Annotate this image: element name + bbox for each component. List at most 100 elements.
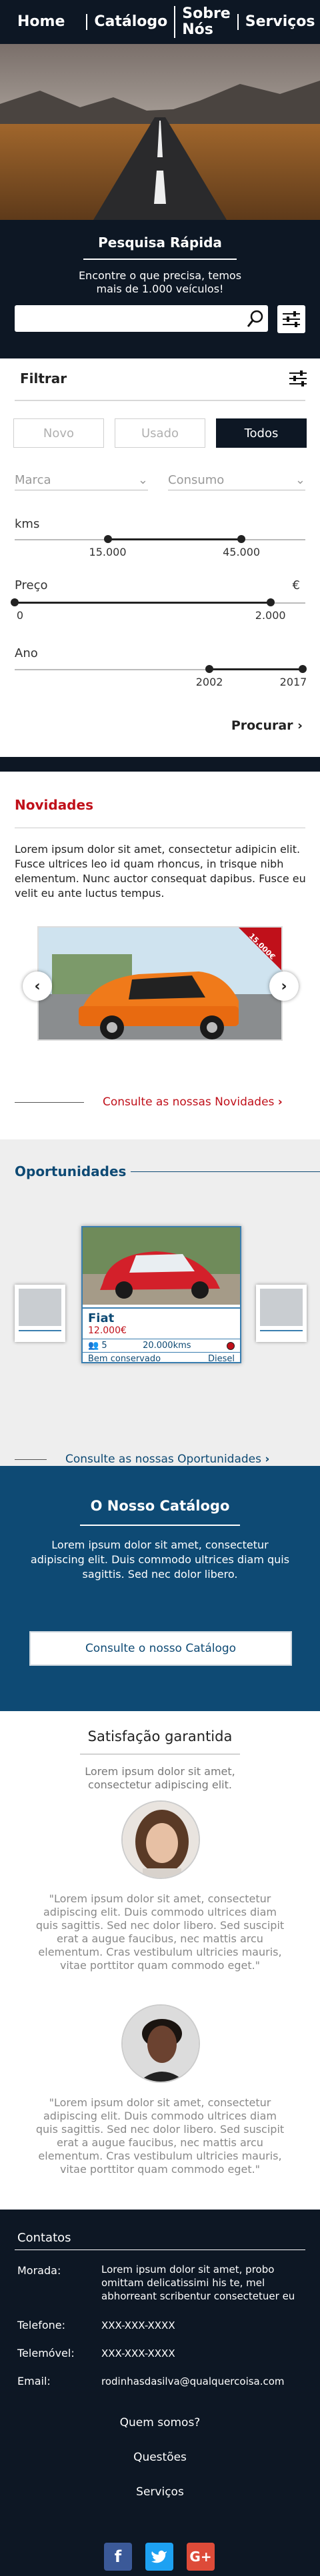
avatar	[121, 2004, 200, 2083]
facebook-icon[interactable]: f	[104, 2543, 132, 2571]
chevron-right-icon: ›	[277, 1095, 283, 1109]
sliders-icon[interactable]	[277, 305, 305, 333]
divider	[131, 1171, 320, 1172]
morada-value: Lorem ipsum dolor sit amet, probo omitta…	[101, 2263, 295, 2302]
chevron-right-icon: ›	[281, 977, 287, 995]
contacts-title: Contatos	[17, 2231, 71, 2245]
slider-handle-max[interactable]	[298, 665, 307, 673]
oportunidades-link-label: Consulte as nossas Oportunidades	[65, 1453, 261, 1466]
novidades-link[interactable]: Consulte as nossas Novidades ›	[103, 1095, 283, 1109]
chevron-down-icon: ⌄	[137, 473, 148, 487]
segment-novo[interactable]: Novo	[13, 418, 104, 448]
card-seats: 5	[101, 1341, 107, 1351]
catalogo-text: Lorem ipsum dolor sit amet, consectetur …	[30, 1539, 290, 1581]
opportunity-card-prev[interactable]	[15, 1285, 65, 1342]
twitter-icon[interactable]	[145, 2543, 173, 2571]
opportunity-card-next[interactable]	[256, 1285, 307, 1342]
novidades-text: Lorem ipsum dolor sit amet, consectetur …	[15, 843, 306, 900]
car-image	[83, 1227, 240, 1305]
price-range-slider[interactable]: 0 2.000	[11, 598, 305, 625]
filter-title: Filtrar	[20, 370, 67, 386]
card-km: 20.000kms	[143, 1341, 191, 1351]
card-condition: Bem conservado	[88, 1354, 161, 1364]
km-max-value: 45.000	[223, 546, 261, 558]
brand-select-placeholder: Marca	[15, 473, 51, 487]
oportunidades-link-row: Consulte as nossas Oportunidades ›	[15, 1453, 269, 1466]
search-box	[15, 305, 268, 332]
footer-link-quem-somos[interactable]: Quem somos?	[0, 2416, 320, 2429]
novidades-title: Novidades	[15, 797, 93, 813]
satisfacao-section: Satisfação garantida Lorem ipsum dolor s…	[0, 1711, 320, 2210]
chevron-right-icon: ›	[297, 718, 303, 733]
nav-home[interactable]: Home	[17, 14, 71, 30]
footer-link-servicos[interactable]: Serviços	[0, 2485, 320, 2499]
status-dot-icon	[227, 1341, 235, 1350]
slider-handle-min[interactable]	[103, 535, 112, 543]
brand-select[interactable]: Marca ⌄	[15, 470, 148, 490]
satisfacao-title: Satisfação garantida	[87, 1728, 233, 1744]
divider	[80, 1525, 240, 1526]
segment-todos[interactable]: Todos	[216, 418, 307, 448]
price-unit: €	[292, 578, 300, 592]
novidades-link-row: Consulte as nossas Novidades ›	[15, 1095, 283, 1109]
opportunity-card[interactable]: Fiat 12.000€ 👥 5 20.000kms Bem conservad…	[81, 1226, 241, 1364]
km-label: kms	[15, 517, 40, 531]
nav-catalogo[interactable]: Catálogo	[86, 14, 174, 30]
year-max-value: 2017	[279, 676, 307, 688]
morada-label: Morada:	[17, 2264, 61, 2277]
consumption-select[interactable]: Consumo ⌄	[168, 470, 305, 490]
nav-servicos[interactable]: Serviços	[237, 14, 320, 30]
oportunidades-link[interactable]: Consulte as nossas Oportunidades ›	[65, 1453, 269, 1466]
novidades-link-label: Consulte as nossas Novidades	[103, 1095, 275, 1109]
quick-search-section: Pesquisa Rápida Encontre o que precisa, …	[0, 220, 320, 358]
filter-section: Filtrar Novo Usado Todos Marca ⌄ Consumo…	[0, 358, 320, 757]
chevron-right-icon: ›	[265, 1453, 270, 1466]
telemovel-label: Telemóvel:	[17, 2347, 75, 2359]
catalogo-section: O Nosso Catálogo Lorem ipsum dolor sit a…	[0, 1466, 320, 1711]
google-plus-icon[interactable]: G+	[187, 2543, 215, 2571]
carousel-next-button[interactable]: ›	[269, 971, 299, 1001]
slider-handle-max[interactable]	[237, 535, 246, 543]
quick-search-title: Pesquisa Rápida	[98, 235, 222, 251]
divider	[15, 1459, 47, 1460]
year-min-value: 2002	[195, 676, 223, 688]
telemovel-value: XXX-XXX-XXXX	[101, 2347, 175, 2359]
testimonial-quote: "Lorem ipsum dolor sit amet, consectetur…	[35, 1892, 285, 1972]
catalogo-title: O Nosso Catálogo	[90, 1498, 230, 1514]
slider-handle-min[interactable]	[11, 598, 19, 606]
carousel-prev-button[interactable]: ‹	[23, 971, 52, 1001]
search-submit-label: Procurar	[231, 718, 293, 733]
section-divider-band	[0, 757, 320, 772]
avatar	[121, 1800, 200, 1879]
telefone-label: Telefone:	[17, 2319, 65, 2331]
slider-handle-max[interactable]	[266, 598, 275, 606]
seats-info: 👥 5	[88, 1341, 107, 1351]
km-range-slider[interactable]: 15.000 45.000	[15, 535, 305, 562]
segment-usado[interactable]: Usado	[115, 418, 205, 448]
chevron-left-icon: ‹	[34, 977, 41, 995]
price-min-value: 0	[16, 609, 24, 622]
sliders-icon[interactable]	[288, 369, 308, 390]
nav-sobre-nos[interactable]: Sobre Nós	[174, 6, 237, 38]
year-label: Ano	[15, 646, 38, 660]
divider	[15, 1101, 84, 1103]
oportunidades-section: Oportunidades Fiat 12.000€ 👥 5 20.000kms…	[0, 1139, 320, 1466]
search-icon[interactable]	[247, 309, 264, 330]
footer-link-questoes[interactable]: Questões	[0, 2451, 320, 2464]
hero-road-image	[0, 44, 320, 220]
telefone-value: XXX-XXX-XXXX	[101, 2319, 175, 2331]
email-value[interactable]: rodinhasdasilva@qualquercoisa.com	[101, 2375, 308, 2388]
footer: Contatos Morada: Lorem ipsum dolor sit a…	[0, 2210, 320, 2576]
price-label: Preço	[15, 578, 48, 592]
consumption-select-placeholder: Consumo	[168, 473, 225, 487]
catalogo-button[interactable]: Consulte o nosso Catálogo	[29, 1631, 292, 1666]
car-image	[39, 928, 281, 1039]
divider	[83, 259, 237, 260]
testimonial-quote: "Lorem ipsum dolor sit amet, consectetur…	[35, 2096, 285, 2176]
search-submit-button[interactable]: Procurar ›	[231, 718, 303, 733]
carousel-slide[interactable]: 15.000€	[37, 926, 283, 1041]
search-input[interactable]	[15, 305, 268, 332]
year-range-slider[interactable]: 2002 2017	[15, 665, 307, 692]
quick-search-subtitle: Encontre o que precisa, temos mais de 1.…	[78, 269, 242, 295]
slider-handle-min[interactable]	[205, 665, 214, 673]
